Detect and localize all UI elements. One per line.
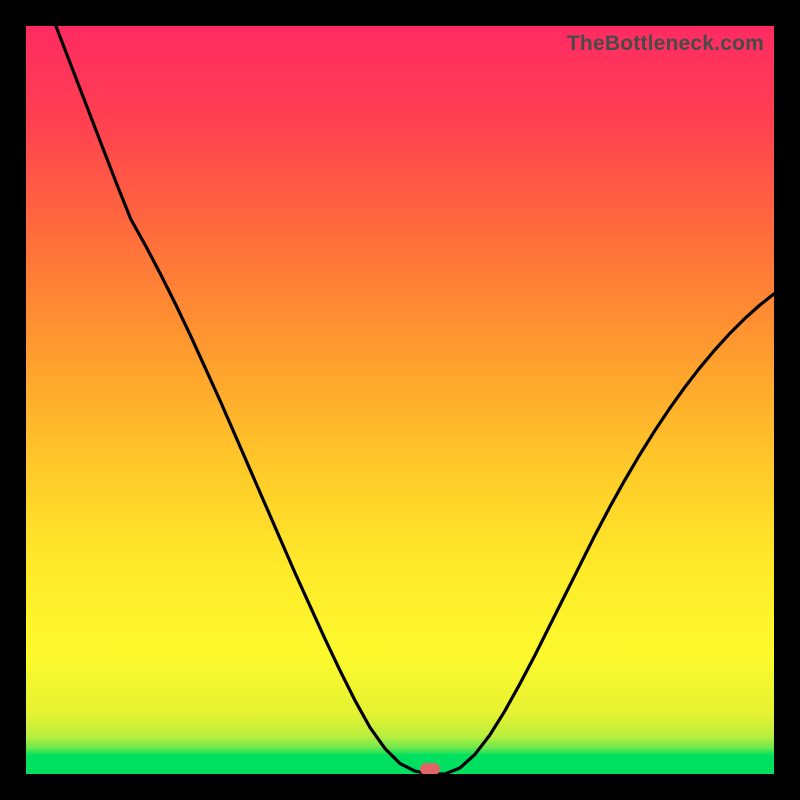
optimum-marker [420,763,440,774]
bottleneck-curve [26,26,774,774]
chart-frame: TheBottleneck.com [0,0,800,800]
plot-area: TheBottleneck.com [26,26,774,774]
watermark-text: TheBottleneck.com [567,32,764,56]
curve-path [56,26,774,774]
